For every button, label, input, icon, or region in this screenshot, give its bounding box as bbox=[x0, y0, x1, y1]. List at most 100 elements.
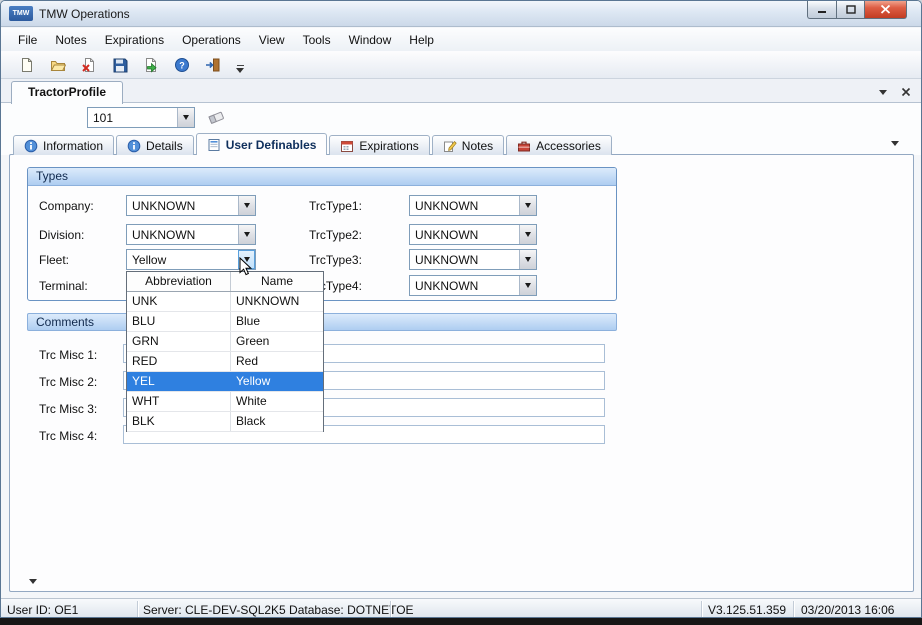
maximize-button[interactable] bbox=[836, 1, 865, 19]
trctype3-combobox[interactable]: UNKNOWN bbox=[409, 249, 537, 270]
toolbar-overflow-button[interactable] bbox=[236, 57, 244, 73]
abbreviation-column-header: Abbreviation bbox=[127, 272, 231, 291]
menu-item-window[interactable]: Window bbox=[340, 30, 401, 50]
status-separator bbox=[701, 601, 702, 617]
abbreviation-cell: UNK bbox=[127, 292, 231, 311]
menu-item-file[interactable]: File bbox=[9, 30, 46, 50]
trctype4-combobox[interactable]: UNKNOWN bbox=[409, 275, 537, 296]
name-cell: UNKNOWN bbox=[231, 292, 323, 311]
exit-button[interactable] bbox=[201, 53, 225, 77]
name-cell: Green bbox=[231, 332, 323, 351]
new-document-button[interactable] bbox=[15, 53, 39, 77]
desktop-edge bbox=[0, 618, 922, 625]
info-icon bbox=[24, 139, 38, 153]
dropdown-row-blk[interactable]: BLK Black bbox=[127, 412, 323, 432]
status-separator bbox=[793, 601, 794, 617]
minimize-icon bbox=[817, 5, 827, 14]
trctype2-combo-button[interactable] bbox=[519, 225, 536, 244]
tractor-combo-button[interactable] bbox=[177, 108, 194, 127]
tabs-overflow-button[interactable] bbox=[891, 141, 899, 146]
svg-text:?: ? bbox=[179, 60, 185, 70]
menu-item-tools[interactable]: Tools bbox=[294, 30, 340, 50]
open-folder-icon bbox=[50, 57, 66, 73]
tab-user-definables[interactable]: User Definables bbox=[196, 133, 328, 155]
name-cell: White bbox=[231, 392, 323, 411]
trctype2-value: UNKNOWN bbox=[415, 228, 517, 242]
chevron-down-icon bbox=[236, 68, 244, 73]
trc-misc-1-label: Trc Misc 1: bbox=[39, 348, 97, 362]
fleet-dropdown-grid: Abbreviation Name UNK UNKNOWN BLU Blue G… bbox=[126, 271, 324, 432]
abbreviation-cell: BLK bbox=[127, 412, 231, 431]
status-datetime: 03/20/2013 16:06 bbox=[801, 603, 894, 617]
menu-item-notes[interactable]: Notes bbox=[46, 30, 95, 50]
dropdown-row-red[interactable]: RED Red bbox=[127, 352, 323, 372]
info-icon bbox=[127, 139, 141, 153]
dropdown-row-wht[interactable]: WHT White bbox=[127, 392, 323, 412]
terminal-label: Terminal: bbox=[39, 279, 88, 293]
name-cell: Blue bbox=[231, 312, 323, 331]
tab-accessories[interactable]: Accessories bbox=[506, 135, 612, 155]
close-button[interactable] bbox=[865, 1, 907, 19]
tab-tractorprofile[interactable]: TractorProfile bbox=[11, 81, 123, 104]
titlebar: TMW TMW Operations bbox=[1, 1, 921, 27]
division-combo-button[interactable] bbox=[238, 225, 255, 244]
pencil-note-icon bbox=[443, 139, 457, 153]
dropdown-row-grn[interactable]: GRN Green bbox=[127, 332, 323, 352]
toolbar: ? bbox=[1, 51, 921, 79]
menu-item-operations[interactable]: Operations bbox=[173, 30, 250, 50]
tab-label: Accessories bbox=[536, 139, 601, 153]
chevron-down-icon bbox=[525, 203, 531, 208]
trctype3-label: TrcType3: bbox=[309, 253, 362, 267]
trctype4-combo-button[interactable] bbox=[519, 276, 536, 295]
name-cell: Yellow bbox=[231, 372, 323, 391]
minimize-button[interactable] bbox=[807, 1, 836, 19]
trctype1-combo-button[interactable] bbox=[519, 196, 536, 215]
fleet-combobox[interactable]: Yellow bbox=[126, 249, 256, 270]
chevron-down-icon bbox=[525, 232, 531, 237]
save-button[interactable] bbox=[108, 53, 132, 77]
company-label: Company: bbox=[39, 199, 94, 213]
division-value: UNKNOWN bbox=[132, 228, 236, 242]
new-document-icon bbox=[19, 57, 35, 73]
delete-document-button[interactable] bbox=[77, 53, 101, 77]
division-combobox[interactable]: UNKNOWN bbox=[126, 224, 256, 245]
trctype3-value: UNKNOWN bbox=[415, 253, 517, 267]
open-folder-button[interactable] bbox=[46, 53, 70, 77]
fleet-label: Fleet: bbox=[39, 253, 69, 267]
company-combobox[interactable]: UNKNOWN bbox=[126, 195, 256, 216]
help-icon: ? bbox=[174, 57, 190, 73]
menu-item-view[interactable]: View bbox=[250, 30, 294, 50]
trctype1-combobox[interactable]: UNKNOWN bbox=[409, 195, 537, 216]
menu-item-expirations[interactable]: Expirations bbox=[96, 30, 173, 50]
tab-notes[interactable]: Notes bbox=[432, 135, 504, 155]
clear-button[interactable] bbox=[207, 109, 227, 127]
abbreviation-cell: BLU bbox=[127, 312, 231, 331]
tab-details[interactable]: Details bbox=[116, 135, 194, 155]
dropdown-row-yel-selected[interactable]: YEL Yellow bbox=[127, 372, 323, 392]
tab-expirations[interactable]: Expirations bbox=[329, 135, 429, 155]
tab-information[interactable]: Information bbox=[13, 135, 114, 155]
tab-list-chevron-icon[interactable] bbox=[879, 90, 887, 95]
dropdown-row-blu[interactable]: BLU Blue bbox=[127, 312, 323, 332]
tab-label: Notes bbox=[462, 139, 493, 153]
trc-misc-3-label: Trc Misc 3: bbox=[39, 402, 97, 416]
tab-label: Expirations bbox=[359, 139, 418, 153]
maximize-icon bbox=[846, 5, 856, 14]
abbreviation-cell: YEL bbox=[127, 372, 231, 391]
trctype1-value: UNKNOWN bbox=[415, 199, 517, 213]
dropdown-row-unk[interactable]: UNK UNKNOWN bbox=[127, 292, 323, 312]
trctype3-combo-button[interactable] bbox=[519, 250, 536, 269]
tractor-combobox[interactable]: 101 bbox=[87, 107, 195, 128]
menu-item-help[interactable]: Help bbox=[400, 30, 443, 50]
chevron-down-icon bbox=[891, 141, 899, 146]
trctype2-combobox[interactable]: UNKNOWN bbox=[409, 224, 537, 245]
abbreviation-cell: GRN bbox=[127, 332, 231, 351]
close-tab-icon[interactable] bbox=[901, 87, 911, 97]
overflow-bar bbox=[237, 65, 244, 66]
window-title: TMW Operations bbox=[39, 7, 130, 21]
division-label: Division: bbox=[39, 228, 84, 242]
panel-collapse-button[interactable] bbox=[25, 574, 41, 588]
export-document-button[interactable] bbox=[139, 53, 163, 77]
help-button[interactable]: ? bbox=[170, 53, 194, 77]
company-combo-button[interactable] bbox=[238, 196, 255, 215]
